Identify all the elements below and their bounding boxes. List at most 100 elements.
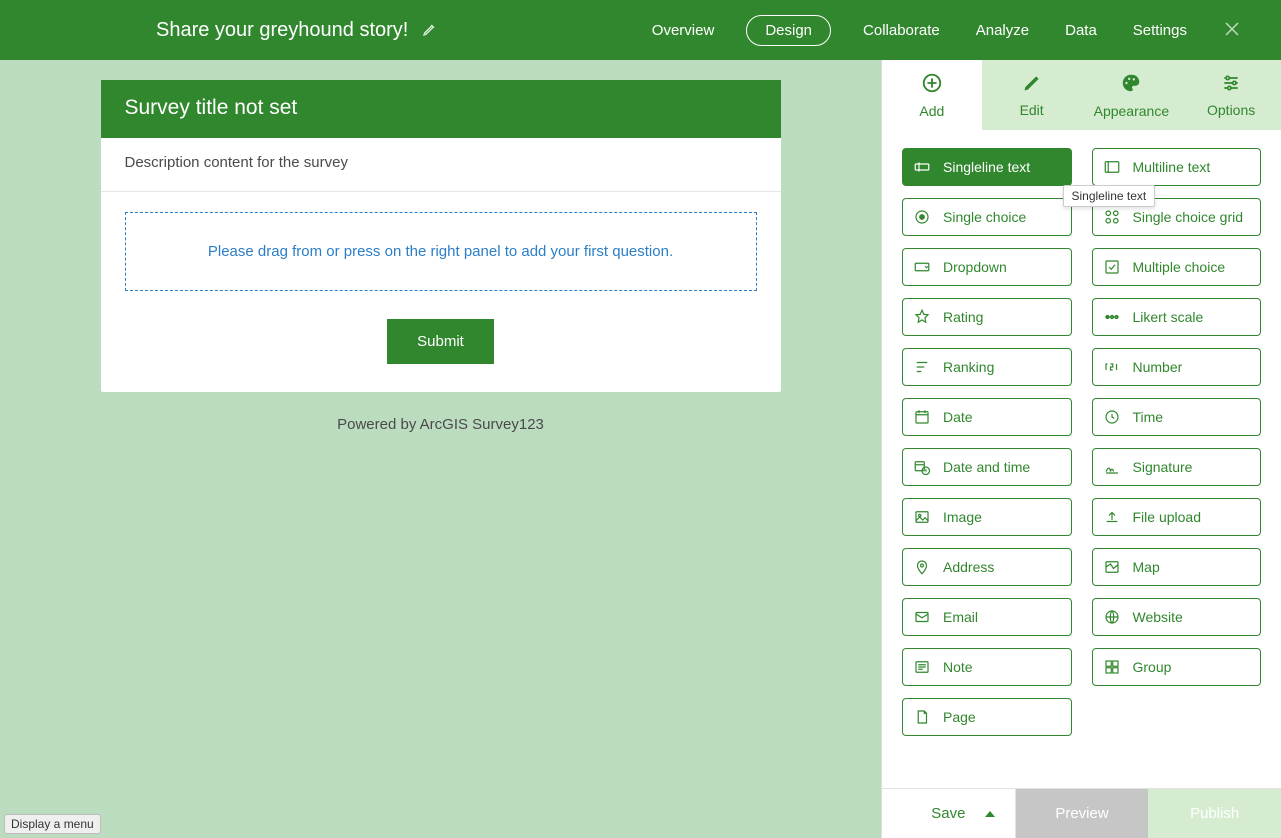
panel-tabs: Add Edit Appearance Options <box>882 60 1281 130</box>
qtype-label: Group <box>1133 659 1172 675</box>
qtype-label: Ranking <box>943 359 994 375</box>
qtype-website[interactable]: Website <box>1092 598 1262 636</box>
qtype-single-choice[interactable]: Single choice <box>902 198 1072 236</box>
qtype-signature[interactable]: Signature <box>1092 448 1262 486</box>
right-panel: Add Edit Appearance Options Singleline t… <box>881 60 1281 838</box>
group-icon <box>1103 658 1121 676</box>
qtype-multiple-choice[interactable]: Multiple choice <box>1092 248 1262 286</box>
radio-icon <box>913 208 931 226</box>
qtype-number[interactable]: Number <box>1092 348 1262 386</box>
qtype-label: File upload <box>1133 509 1202 525</box>
number-icon <box>1103 358 1121 376</box>
qtype-label: Likert scale <box>1133 309 1204 325</box>
tools-icon[interactable] <box>1223 20 1241 41</box>
qtype-label: Dropdown <box>943 259 1007 275</box>
nav-settings[interactable]: Settings <box>1129 16 1191 45</box>
nav-overview[interactable]: Overview <box>648 16 719 45</box>
qtype-date-time[interactable]: Date and time <box>902 448 1072 486</box>
qtype-label: Date <box>943 409 973 425</box>
status-bar: Display a menu <box>4 814 101 834</box>
page-icon <box>913 708 931 726</box>
publish-button[interactable]: Publish <box>1148 789 1281 838</box>
submit-button[interactable]: Submit <box>387 319 494 364</box>
panel-footer: Save Preview Publish <box>882 788 1281 838</box>
text-area-icon <box>1103 158 1121 176</box>
dropdown-icon <box>913 258 931 276</box>
survey-description[interactable]: Description content for the survey <box>101 138 781 192</box>
pin-icon <box>913 558 931 576</box>
tooltip: Singleline text <box>1063 185 1156 207</box>
qtype-image[interactable]: Image <box>902 498 1072 536</box>
panel-tab-appearance[interactable]: Appearance <box>1082 60 1182 130</box>
nav-analyze[interactable]: Analyze <box>972 16 1033 45</box>
save-button[interactable]: Save <box>882 789 1016 838</box>
qtype-label: Single choice grid <box>1133 209 1244 225</box>
qtype-dropdown[interactable]: Dropdown <box>902 248 1072 286</box>
qtype-page[interactable]: Page <box>902 698 1072 736</box>
dropzone-wrap: Please drag from or press on the right p… <box>101 192 781 295</box>
panel-tab-edit[interactable]: Edit <box>982 60 1082 130</box>
panel-tab-label: Appearance <box>1094 103 1170 119</box>
qtype-label: Signature <box>1133 459 1193 475</box>
question-dropzone[interactable]: Please drag from or press on the right p… <box>125 212 757 291</box>
qtype-label: Website <box>1133 609 1183 625</box>
qtype-group[interactable]: Group <box>1092 648 1262 686</box>
calendar-clock-icon <box>913 458 931 476</box>
calendar-icon <box>913 408 931 426</box>
qtype-note[interactable]: Note <box>902 648 1072 686</box>
qtype-label: Note <box>943 659 973 675</box>
likert-icon <box>1103 308 1121 326</box>
qtype-multiline-text[interactable]: Multiline text Singleline text <box>1092 148 1262 186</box>
qtype-likert[interactable]: Likert scale <box>1092 298 1262 336</box>
qtype-label: Email <box>943 609 978 625</box>
qtype-address[interactable]: Address <box>902 548 1072 586</box>
qtype-email[interactable]: Email <box>902 598 1072 636</box>
qtype-label: Multiline text <box>1133 159 1211 175</box>
qtype-label: Rating <box>943 309 983 325</box>
text-cursor-icon <box>913 158 931 176</box>
qtype-label: Singleline text <box>943 159 1030 175</box>
qtype-label: Number <box>1133 359 1183 375</box>
design-canvas: Survey title not set Description content… <box>0 60 881 838</box>
preview-label: Preview <box>1055 805 1108 822</box>
palette-icon <box>1120 72 1142 97</box>
survey-card: Survey title not set Description content… <box>101 80 781 392</box>
panel-tab-options[interactable]: Options <box>1181 60 1281 130</box>
caret-up-icon <box>985 811 995 817</box>
panel-tab-label: Edit <box>1020 102 1044 118</box>
survey-name-wrap: Share your greyhound story! <box>156 19 438 42</box>
qtype-label: Address <box>943 559 994 575</box>
sliders-icon <box>1221 73 1241 96</box>
powered-by-text: Powered by ArcGIS Survey123 <box>0 416 881 433</box>
qtype-rating[interactable]: Rating <box>902 298 1072 336</box>
envelope-icon <box>913 608 931 626</box>
edit-title-icon[interactable] <box>422 21 438 40</box>
checkbox-icon <box>1103 258 1121 276</box>
qtype-singleline-text[interactable]: Singleline text <box>902 148 1072 186</box>
qtype-ranking[interactable]: Ranking <box>902 348 1072 386</box>
qtype-map[interactable]: Map <box>1092 548 1262 586</box>
qtype-date[interactable]: Date <box>902 398 1072 436</box>
qtype-time[interactable]: Time <box>1092 398 1262 436</box>
clock-icon <box>1103 408 1121 426</box>
radio-grid-icon <box>1103 208 1121 226</box>
preview-button[interactable]: Preview <box>1016 789 1149 838</box>
nav-data[interactable]: Data <box>1061 16 1101 45</box>
panel-tab-add[interactable]: Add <box>882 60 982 130</box>
ranking-icon <box>913 358 931 376</box>
nav-design[interactable]: Design <box>746 15 831 46</box>
nav-collaborate[interactable]: Collaborate <box>859 16 944 45</box>
top-header: Share your greyhound story! Overview Des… <box>0 0 1281 60</box>
map-icon <box>1103 558 1121 576</box>
qtype-label: Single choice <box>943 209 1026 225</box>
panel-tab-label: Add <box>919 103 944 119</box>
plus-circle-icon <box>921 72 943 97</box>
signature-icon <box>1103 458 1121 476</box>
qtype-label: Map <box>1133 559 1160 575</box>
star-icon <box>913 308 931 326</box>
qtype-file-upload[interactable]: File upload <box>1092 498 1262 536</box>
qtype-label: Multiple choice <box>1133 259 1226 275</box>
globe-icon <box>1103 608 1121 626</box>
survey-title[interactable]: Survey title not set <box>101 80 781 138</box>
submit-wrap: Submit <box>101 295 781 392</box>
